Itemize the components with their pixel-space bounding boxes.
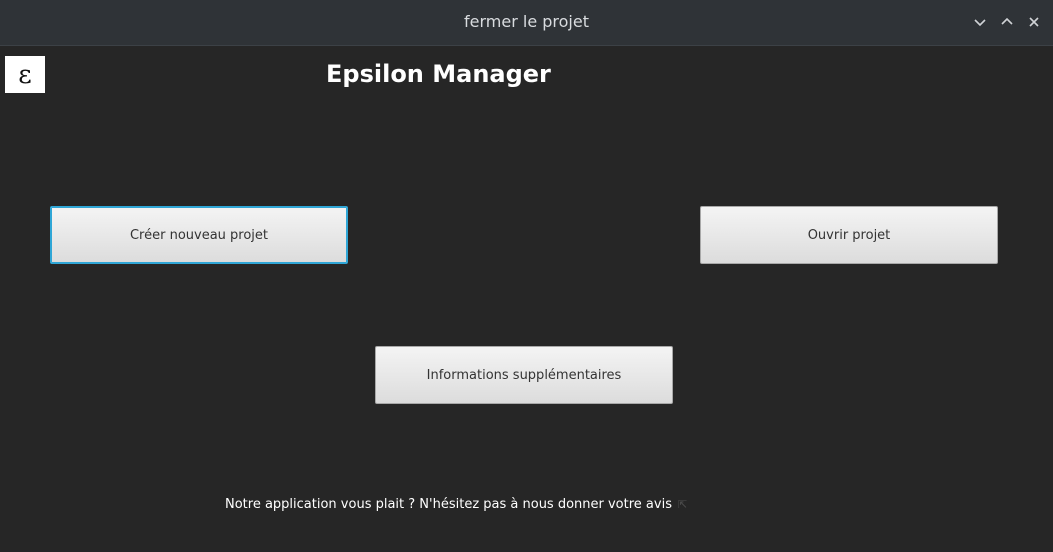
page-title: Epsilon Manager bbox=[326, 60, 551, 88]
chevron-down-icon bbox=[974, 19, 986, 27]
window-titlebar: fermer le projet bbox=[0, 0, 1053, 46]
close-button[interactable] bbox=[1024, 12, 1044, 32]
feedback-text: Notre application vous plait ? N'hésitez… bbox=[225, 497, 672, 512]
feedback-footer: Notre application vous plait ? N'hésitez… bbox=[225, 497, 687, 512]
main-content: ε Epsilon Manager Créer nouveau projet O… bbox=[0, 46, 1053, 552]
maximize-button[interactable] bbox=[997, 12, 1017, 32]
link-icon[interactable]: ⇱ bbox=[678, 498, 687, 511]
more-info-button[interactable]: Informations supplémentaires bbox=[375, 346, 673, 404]
create-project-button[interactable]: Créer nouveau projet bbox=[50, 206, 348, 264]
minimize-button[interactable] bbox=[970, 12, 990, 32]
open-project-button[interactable]: Ouvrir projet bbox=[700, 206, 998, 264]
window-title: fermer le projet bbox=[464, 12, 589, 31]
close-icon bbox=[1029, 17, 1039, 27]
chevron-up-icon bbox=[1001, 17, 1013, 25]
app-logo: ε bbox=[5, 56, 45, 93]
